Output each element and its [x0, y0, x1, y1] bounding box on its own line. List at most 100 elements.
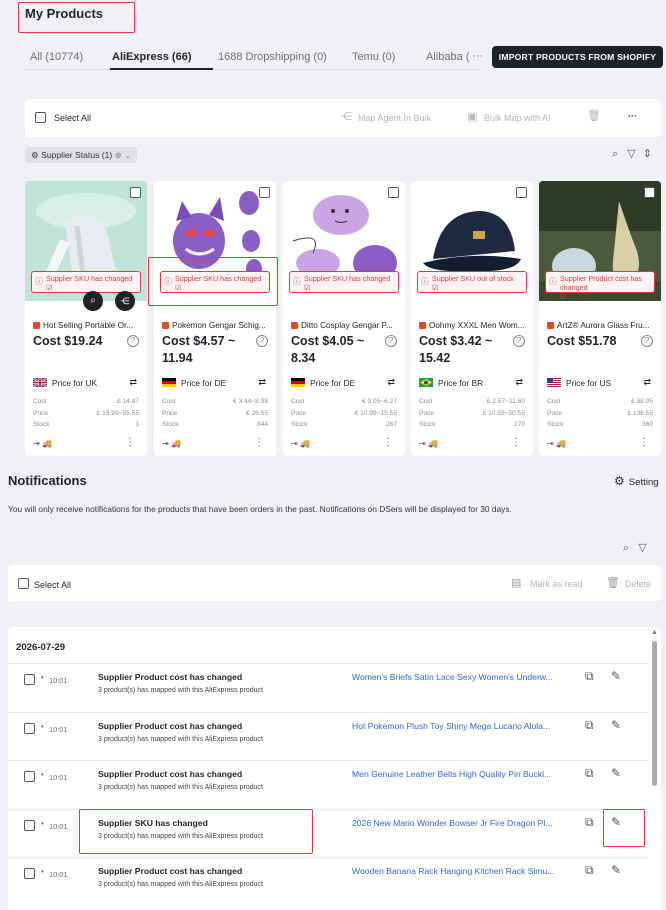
product-checkbox[interactable] — [259, 187, 270, 198]
checkmark-icon[interactable]: ☑ — [432, 283, 438, 292]
product-card[interactable]: Supplier SKU has changed☑⌕⋲Hot Selling P… — [25, 181, 147, 456]
bulk-map-ai-button[interactable]: Bulk Map with AI — [484, 113, 551, 123]
edit-icon[interactable]: ✎ — [611, 815, 621, 829]
row-checkbox[interactable] — [24, 674, 35, 685]
tab-alibaba[interactable]: Alibaba ( — [426, 51, 469, 63]
more-actions-button[interactable]: ··· — [628, 111, 637, 121]
mark-as-read-button[interactable]: Mark as read — [530, 579, 583, 589]
stat-label: Stock — [291, 421, 308, 429]
copy-icon[interactable]: ⧉ — [585, 669, 594, 684]
product-link[interactable]: Women's Briefs Satin Lace Sexy Women's U… — [352, 672, 562, 682]
product-card[interactable]: Supplier SKU out of stock☑ Oohmy XXXL Men… — [411, 181, 533, 456]
filter-icon[interactable]: ▽ — [638, 542, 646, 554]
product-name[interactable]: ArtZ® Aurora Glass Fru... — [547, 321, 657, 330]
copy-icon[interactable]: ⧉ — [585, 863, 594, 878]
import-icon[interactable]: ⇥ — [291, 439, 298, 448]
import-from-shopify-button[interactable]: IMPORT PRODUCTS FROM SHOPIFY — [492, 46, 663, 68]
copy-icon[interactable]: ⧉ — [585, 718, 594, 733]
tab-temu[interactable]: Temu (0) — [352, 51, 395, 63]
checkmark-icon[interactable]: ☑ — [175, 283, 181, 292]
product-card[interactable]: Supplier Product cost has changed☑ ArtZ® … — [539, 181, 661, 456]
swap-icon[interactable]: ⇄ — [129, 377, 137, 388]
more-icon[interactable]: ⋮ — [639, 437, 649, 448]
product-checkbox[interactable] — [644, 187, 655, 198]
map-agent-button[interactable]: Map Agent In Bulk — [358, 113, 431, 123]
product-name[interactable]: Ditto Cosplay Gengar P... — [291, 321, 401, 330]
help-icon[interactable]: ? — [513, 335, 525, 347]
product-checkbox[interactable] — [130, 187, 141, 198]
clear-filter-icon[interactable]: ⊗ — [115, 150, 122, 160]
select-all-checkbox[interactable] — [35, 112, 46, 123]
search-icon[interactable]: ⌕ — [83, 291, 103, 311]
copy-icon[interactable]: ⧉ — [585, 815, 594, 830]
truck-icon[interactable]: 🚚 — [300, 439, 310, 448]
row-checkbox[interactable] — [24, 819, 35, 831]
tab-all[interactable]: All (10774) — [30, 51, 83, 63]
help-icon[interactable]: ? — [127, 335, 139, 347]
edit-icon[interactable]: ✎ — [611, 718, 621, 732]
product-checkbox[interactable] — [516, 187, 527, 198]
scrollbar-thumb[interactable] — [652, 641, 657, 786]
truck-icon[interactable]: 🚚 — [556, 439, 566, 448]
swap-icon[interactable]: ⇄ — [387, 377, 395, 388]
edit-icon[interactable]: ✎ — [611, 766, 621, 780]
truck-icon[interactable]: 🚚 — [171, 439, 181, 448]
row-checkbox[interactable] — [24, 868, 35, 879]
swap-icon[interactable]: ⇄ — [643, 377, 651, 388]
delete-button[interactable]: Delete — [625, 579, 651, 589]
more-icon[interactable]: ⋮ — [383, 437, 393, 448]
swap-icon[interactable]: ⇄ — [515, 377, 523, 388]
more-icon[interactable]: ⋮ — [125, 437, 135, 448]
edit-icon[interactable]: ✎ — [611, 863, 621, 877]
notif-search-filter: ⌕ ▽ — [623, 541, 647, 555]
product-name[interactable]: Hot Selling Portable Or... — [33, 321, 143, 330]
search-icon[interactable]: ⌕ — [612, 148, 618, 160]
checkmark-icon[interactable]: ☑ — [46, 283, 52, 292]
help-icon[interactable]: ? — [641, 335, 653, 347]
stat-row: Cost £ 2.57~11.60 — [419, 398, 525, 410]
import-icon[interactable]: ⇥ — [162, 439, 169, 448]
setting-label: Setting — [628, 477, 659, 488]
product-link[interactable]: Wooden Banana Rack Hanging Kitchen Rack … — [352, 866, 562, 876]
product-card[interactable]: Supplier SKU has changed☑ Pokemon Gengar … — [154, 181, 276, 456]
more-icon[interactable]: ⋮ — [511, 437, 521, 448]
help-icon[interactable]: ? — [385, 335, 397, 347]
product-link[interactable]: Men Genuine Leather Belts High Quality P… — [352, 769, 562, 779]
swap-icon[interactable]: ⇄ — [258, 377, 266, 388]
edit-icon[interactable]: ✎ — [611, 669, 621, 683]
filter-icon[interactable]: ▽ — [627, 148, 635, 160]
checkmark-icon[interactable]: ☑ — [304, 283, 310, 292]
search-icon[interactable]: ⌕ — [623, 542, 629, 554]
select-all-checkbox[interactable] — [18, 578, 29, 589]
supplier-status-filter[interactable]: ⚙ Supplier Status (1) ⊗ ⌄ — [25, 147, 138, 163]
row-checkbox[interactable] — [24, 771, 35, 782]
more-icon[interactable]: ⋮ — [254, 437, 264, 448]
scrollbar[interactable]: ▲ — [651, 629, 658, 910]
product-link[interactable]: 2026 New Mario Wonder Bowser Jr Fire Dra… — [352, 818, 562, 828]
truck-icon[interactable]: 🚚 — [428, 439, 438, 448]
trash-icon[interactable]: 🗑 — [587, 109, 601, 122]
product-link[interactable]: Hot Pokemon Plush Toy Shiny Mega Lucario… — [352, 721, 562, 731]
unread-dot: • — [41, 770, 44, 779]
setting-button[interactable]: ⚙ Setting — [614, 474, 659, 488]
supplier-warning-badge: Supplier SKU has changed☑ — [289, 271, 399, 293]
ai-icon: ▣ — [467, 111, 478, 123]
import-icon[interactable]: ⇥ — [33, 439, 40, 448]
product-card[interactable]: Supplier SKU has changed☑ Ditto Cosplay G… — [283, 181, 405, 456]
help-icon[interactable]: ? — [256, 335, 268, 347]
import-icon[interactable]: ⇥ — [547, 439, 554, 448]
checkmark-icon[interactable]: ☑ — [560, 292, 566, 301]
truck-icon[interactable]: 🚚 — [42, 439, 52, 448]
sort-icon[interactable]: ⇕ — [643, 148, 652, 160]
more-tabs-button[interactable]: ··· — [472, 50, 483, 62]
copy-icon[interactable]: ⧉ — [585, 766, 594, 781]
share-icon[interactable]: ⋲ — [115, 291, 135, 311]
tab-1688[interactable]: 1688 Dropshipping (0) — [218, 51, 327, 63]
row-checkbox[interactable] — [24, 722, 35, 734]
tab-aliexpress[interactable]: AliExpress (66) — [112, 51, 191, 63]
product-checkbox[interactable] — [388, 187, 399, 198]
import-icon[interactable]: ⇥ — [419, 439, 426, 448]
product-name[interactable]: Pokemon Gengar Schig... — [162, 321, 272, 330]
product-name[interactable]: Oohmy XXXL Men Wom... — [419, 321, 529, 330]
scroll-up-icon[interactable]: ▲ — [651, 629, 658, 636]
